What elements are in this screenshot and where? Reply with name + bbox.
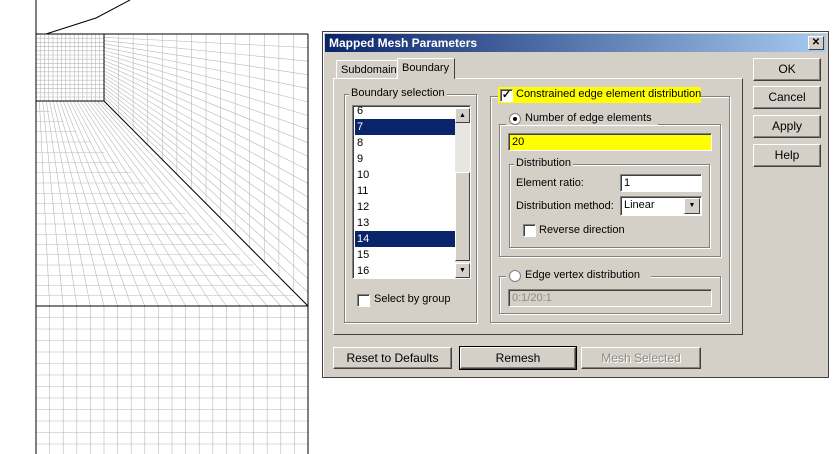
cancel-button[interactable]: Cancel <box>753 86 821 109</box>
constrained-checkbox[interactable]: ✓ <box>500 89 513 102</box>
help-label: Help <box>774 148 800 162</box>
element-ratio-input[interactable]: 1 <box>620 174 702 192</box>
boundary-listbox[interactable]: 6 7 8 9 10 11 12 13 14 15 16 ▲ ▼ <box>352 105 471 279</box>
distribution-method-label: Distribution method: <box>516 200 614 212</box>
list-item[interactable]: 11 <box>355 183 456 199</box>
distribution-method-select[interactable]: Linear ▼ <box>620 196 702 216</box>
list-item[interactable]: 14 <box>355 231 456 247</box>
reset-to-defaults-button[interactable]: Reset to Defaults <box>333 347 452 369</box>
cancel-label: Cancel <box>768 90 806 104</box>
list-item[interactable]: 9 <box>355 151 456 167</box>
dialog-title-bar[interactable]: Mapped Mesh Parameters ✕ <box>325 34 826 52</box>
list-item[interactable]: 16 <box>355 263 456 278</box>
select-by-group-label: Select by group <box>374 293 451 305</box>
list-item[interactable]: 8 <box>355 135 456 151</box>
tab-boundary[interactable]: Boundary <box>397 58 455 79</box>
distribution-method-value: Linear <box>624 199 655 211</box>
element-ratio-label: Element ratio: <box>516 177 584 189</box>
list-item[interactable]: 12 <box>355 199 456 215</box>
number-of-edge-elements-input[interactable]: 20 <box>508 133 712 151</box>
ok-button[interactable]: OK <box>753 58 821 81</box>
distribution-label: Distribution <box>514 157 574 169</box>
dialog-title: Mapped Mesh Parameters <box>329 36 478 50</box>
edge-vertex-label: Edge vertex distribution <box>525 269 640 281</box>
list-item[interactable]: 13 <box>355 215 456 231</box>
reset-label: Reset to Defaults <box>346 351 439 365</box>
tab-subdomain[interactable]: Subdomain <box>336 60 398 79</box>
edge-vertex-input: 0:1/20:1 <box>508 289 712 307</box>
list-item[interactable]: 10 <box>355 167 456 183</box>
help-button[interactable]: Help <box>753 144 821 167</box>
list-item[interactable]: 15 <box>355 247 456 263</box>
remesh-label: Remesh <box>495 351 541 365</box>
chevron-down-icon[interactable]: ▼ <box>684 198 700 214</box>
tab-subdomain-label: Subdomain <box>341 64 397 76</box>
scroll-down-icon[interactable]: ▼ <box>455 263 470 278</box>
apply-button[interactable]: Apply <box>753 115 821 138</box>
ok-label: OK <box>778 62 796 76</box>
reverse-direction-checkbox[interactable] <box>523 224 536 237</box>
mapped-mesh-dialog: Mapped Mesh Parameters ✕ Subdomain Bound… <box>322 31 829 378</box>
close-icon[interactable]: ✕ <box>808 36 824 50</box>
select-by-group-checkbox[interactable] <box>357 294 370 307</box>
scroll-thumb[interactable] <box>455 172 470 261</box>
mesh-selected-button: Mesh Selected <box>581 347 701 369</box>
mesh-view <box>35 0 309 454</box>
list-scrollbar[interactable]: ▲ ▼ <box>455 108 470 278</box>
number-of-edge-elements-label: Number of edge elements <box>525 112 652 124</box>
constrained-label: Constrained edge element distribution <box>516 88 702 100</box>
mesh-selected-label: Mesh Selected <box>601 351 681 365</box>
boundary-selection-label: Boundary selection <box>349 87 447 99</box>
tab-boundary-label: Boundary <box>402 62 450 74</box>
edge-vertex-radio[interactable] <box>509 270 521 282</box>
scroll-up-icon[interactable]: ▲ <box>455 108 470 123</box>
reverse-direction-label: Reverse direction <box>539 224 625 236</box>
apply-label: Apply <box>771 119 803 133</box>
remesh-button[interactable]: Remesh <box>459 346 577 370</box>
list-item[interactable]: 7 <box>355 119 456 135</box>
list-item[interactable]: 6 <box>355 106 456 119</box>
number-of-edge-elements-radio[interactable] <box>509 113 521 125</box>
